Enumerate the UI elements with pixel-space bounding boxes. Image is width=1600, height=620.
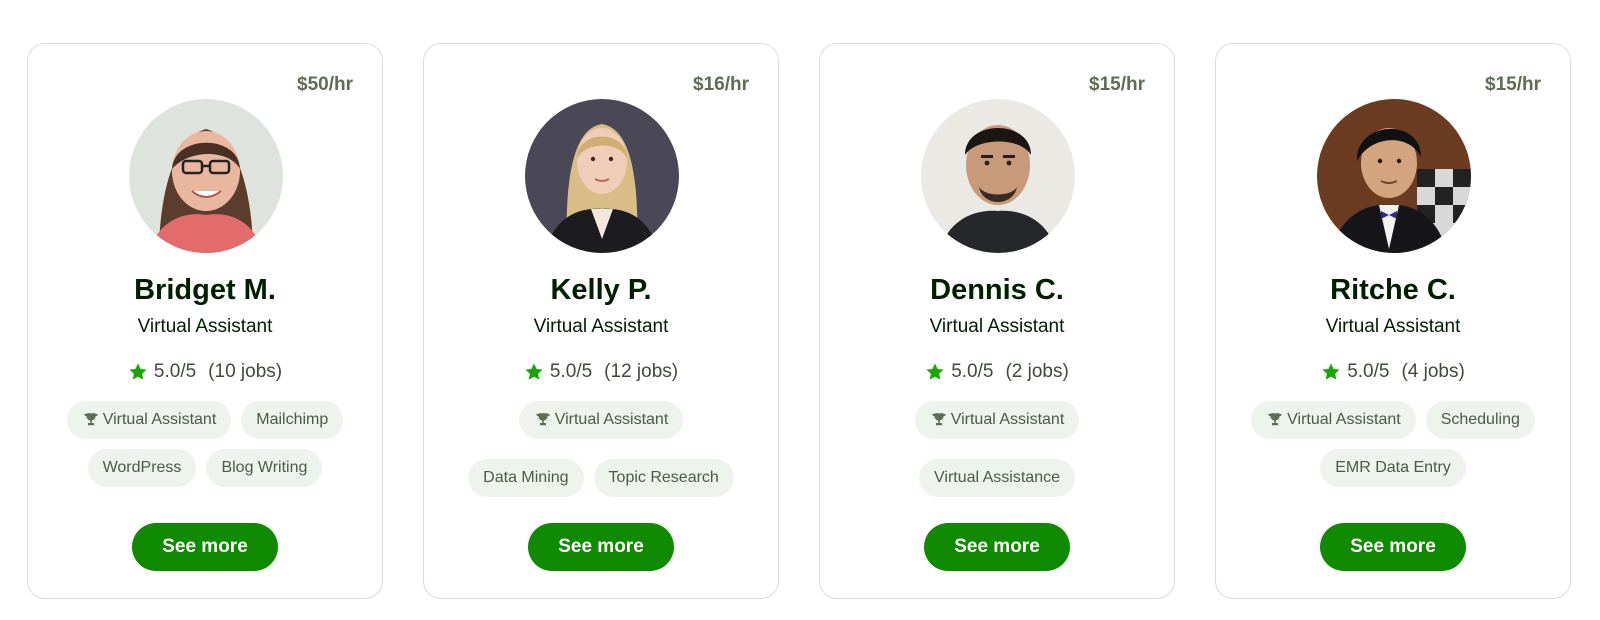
trophy-icon bbox=[1266, 411, 1284, 429]
skill-chip[interactable]: WordPress bbox=[87, 449, 197, 487]
avatar[interactable] bbox=[525, 99, 679, 253]
hourly-rate: $15/hr bbox=[1089, 74, 1145, 95]
skill-list: Virtual Assistant Scheduling EMR Data En… bbox=[1236, 401, 1550, 487]
skill-chip[interactable]: EMR Data Entry bbox=[1320, 449, 1466, 487]
skill-label: Virtual Assistant bbox=[554, 411, 669, 428]
rating-score: 5.0/5 bbox=[1347, 361, 1390, 382]
star-icon bbox=[925, 362, 945, 382]
trophy-icon bbox=[82, 411, 100, 429]
skill-chip[interactable]: Virtual Assistant bbox=[518, 401, 684, 439]
skill-chip[interactable]: Virtual Assistance bbox=[919, 459, 1075, 497]
avatar[interactable] bbox=[129, 99, 283, 253]
freelancer-title: Virtual Assistant bbox=[137, 316, 273, 337]
skill-chip[interactable]: Virtual Assistant bbox=[66, 401, 232, 439]
rating-summary: 5.0/5 (4 jobs) bbox=[1216, 361, 1570, 383]
hourly-rate: $50/hr bbox=[297, 74, 353, 95]
hourly-rate: $16/hr bbox=[693, 74, 749, 95]
freelancer-title: Virtual Assistant bbox=[533, 316, 669, 337]
hourly-rate: $15/hr bbox=[1485, 74, 1541, 95]
freelancer-name[interactable]: Kelly P. bbox=[424, 274, 778, 307]
freelancer-title: Virtual Assistant bbox=[929, 316, 1065, 337]
jobs-count: (12 jobs) bbox=[604, 361, 679, 382]
skill-label: Virtual Assistant bbox=[102, 411, 217, 428]
skill-chip[interactable]: Virtual Assistant bbox=[914, 401, 1080, 439]
freelancer-name[interactable]: Bridget M. bbox=[28, 274, 382, 307]
rating-summary: 5.0/5 (12 jobs) bbox=[424, 361, 778, 383]
trophy-icon bbox=[930, 411, 948, 429]
freelancer-card[interactable]: $15/hr Ritche C. Virtual Assistant 5.0/5… bbox=[1215, 43, 1571, 599]
avatar[interactable] bbox=[921, 99, 1075, 253]
skill-label: Virtual Assistant bbox=[950, 411, 1065, 428]
star-icon bbox=[524, 362, 544, 382]
rating-score: 5.0/5 bbox=[951, 361, 994, 382]
star-icon bbox=[128, 362, 148, 382]
skill-list: Virtual Assistant Mailchimp WordPress Bl… bbox=[48, 401, 362, 487]
skill-chip[interactable]: Blog Writing bbox=[206, 449, 323, 487]
see-more-button[interactable]: See more bbox=[132, 523, 278, 571]
skill-chip[interactable]: Topic Research bbox=[593, 459, 734, 497]
jobs-count: (2 jobs) bbox=[1005, 361, 1069, 382]
freelancer-card[interactable]: $50/hr Bridget M. Virtual Assistant 5.0/… bbox=[27, 43, 383, 599]
rating-summary: 5.0/5 (10 jobs) bbox=[28, 361, 382, 383]
freelancer-card[interactable]: $15/hr Dennis C. Virtual Assistant 5.0/5… bbox=[819, 43, 1175, 599]
freelancer-card[interactable]: $16/hr Kelly P. Virtual Assistant 5.0/5 … bbox=[423, 43, 779, 599]
trophy-icon bbox=[534, 411, 552, 429]
avatar[interactable] bbox=[1317, 99, 1471, 253]
rating-score: 5.0/5 bbox=[549, 361, 593, 382]
rating-score: 5.0/5 bbox=[153, 361, 197, 382]
freelancer-card-list: $50/hr Bridget M. Virtual Assistant 5.0/… bbox=[0, 0, 1600, 620]
skill-chip[interactable]: Virtual Assistant bbox=[1251, 401, 1416, 439]
see-more-button[interactable]: See more bbox=[528, 523, 674, 571]
jobs-count: (10 jobs) bbox=[208, 361, 283, 382]
skill-list: Virtual Assistant Virtual Assistance bbox=[840, 401, 1154, 497]
skill-chip[interactable]: Mailchimp bbox=[241, 401, 344, 439]
skill-label: Virtual Assistant bbox=[1287, 411, 1401, 428]
see-more-button[interactable]: See more bbox=[1320, 523, 1466, 571]
freelancer-title: Virtual Assistant bbox=[1325, 316, 1461, 337]
rating-summary: 5.0/5 (2 jobs) bbox=[820, 361, 1174, 383]
star-icon bbox=[1321, 362, 1341, 382]
see-more-button[interactable]: See more bbox=[924, 523, 1070, 571]
skill-chip[interactable]: Scheduling bbox=[1425, 401, 1535, 439]
skill-chip[interactable]: Data Mining bbox=[468, 459, 584, 497]
freelancer-name[interactable]: Ritche C. bbox=[1216, 274, 1570, 307]
jobs-count: (4 jobs) bbox=[1401, 361, 1465, 382]
skill-list: Virtual Assistant Data Mining Topic Rese… bbox=[444, 401, 758, 497]
freelancer-name[interactable]: Dennis C. bbox=[820, 274, 1174, 307]
